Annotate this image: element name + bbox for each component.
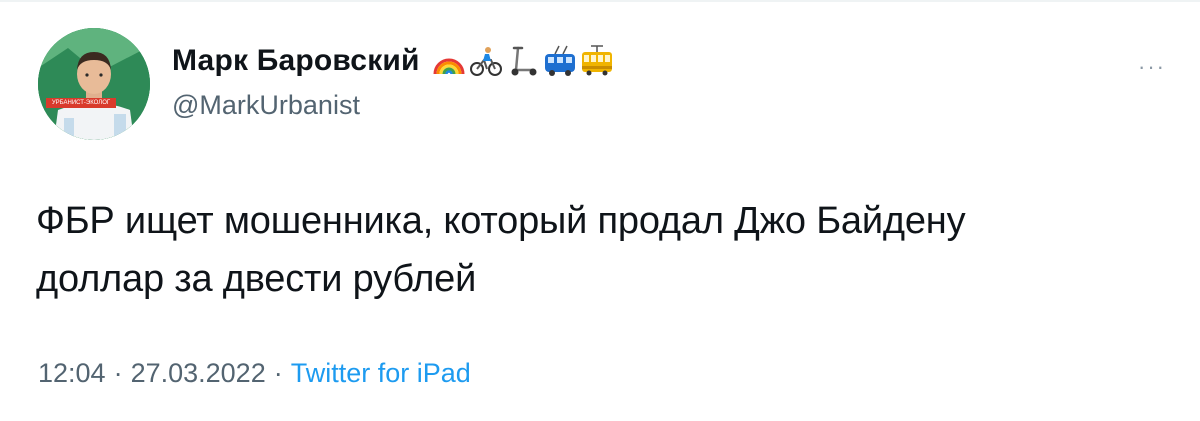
tweet-text-line: ФБР ищет мошенника, который продал Джо Б… <box>36 200 966 242</box>
cyclist-icon <box>469 47 502 76</box>
meta-separator: · <box>273 358 283 388</box>
avatar-image <box>38 28 150 140</box>
tweet-time[interactable]: 12:04 <box>38 358 106 388</box>
avatar-badge: УРБАНИСТ-ЭКОЛОГ <box>46 98 116 108</box>
tweet-text-line: доллар за двести рублей <box>36 258 477 300</box>
author-handle[interactable]: @MarkUrbanist <box>172 90 360 121</box>
tweet-date[interactable]: 27.03.2022 <box>131 358 266 388</box>
scooter-icon <box>511 46 537 76</box>
tram-icon <box>581 45 612 76</box>
tweet-card: УРБАНИСТ-ЭКОЛОГ Марк Баровский @MarkUrba… <box>0 0 1200 421</box>
author-name-row: Марк Баровский <box>172 44 614 78</box>
tweet-text: ФБР ищет мошенника, который продал Джо Б… <box>36 192 1156 308</box>
meta-separator: · <box>113 358 123 388</box>
name-emojis <box>432 44 614 78</box>
tweet-meta: 12:04 · 27.03.2022 · Twitter for iPad <box>38 358 471 389</box>
rainbow-icon <box>433 58 465 75</box>
avatar[interactable]: УРБАНИСТ-ЭКОЛОГ <box>38 28 150 140</box>
trolleybus-icon <box>544 45 575 76</box>
tweet-source-link[interactable]: Twitter for iPad <box>291 358 471 388</box>
more-options-icon[interactable]: ··· <box>1138 54 1166 80</box>
top-divider <box>0 0 1200 2</box>
author-display-name[interactable]: Марк Баровский <box>172 44 420 78</box>
